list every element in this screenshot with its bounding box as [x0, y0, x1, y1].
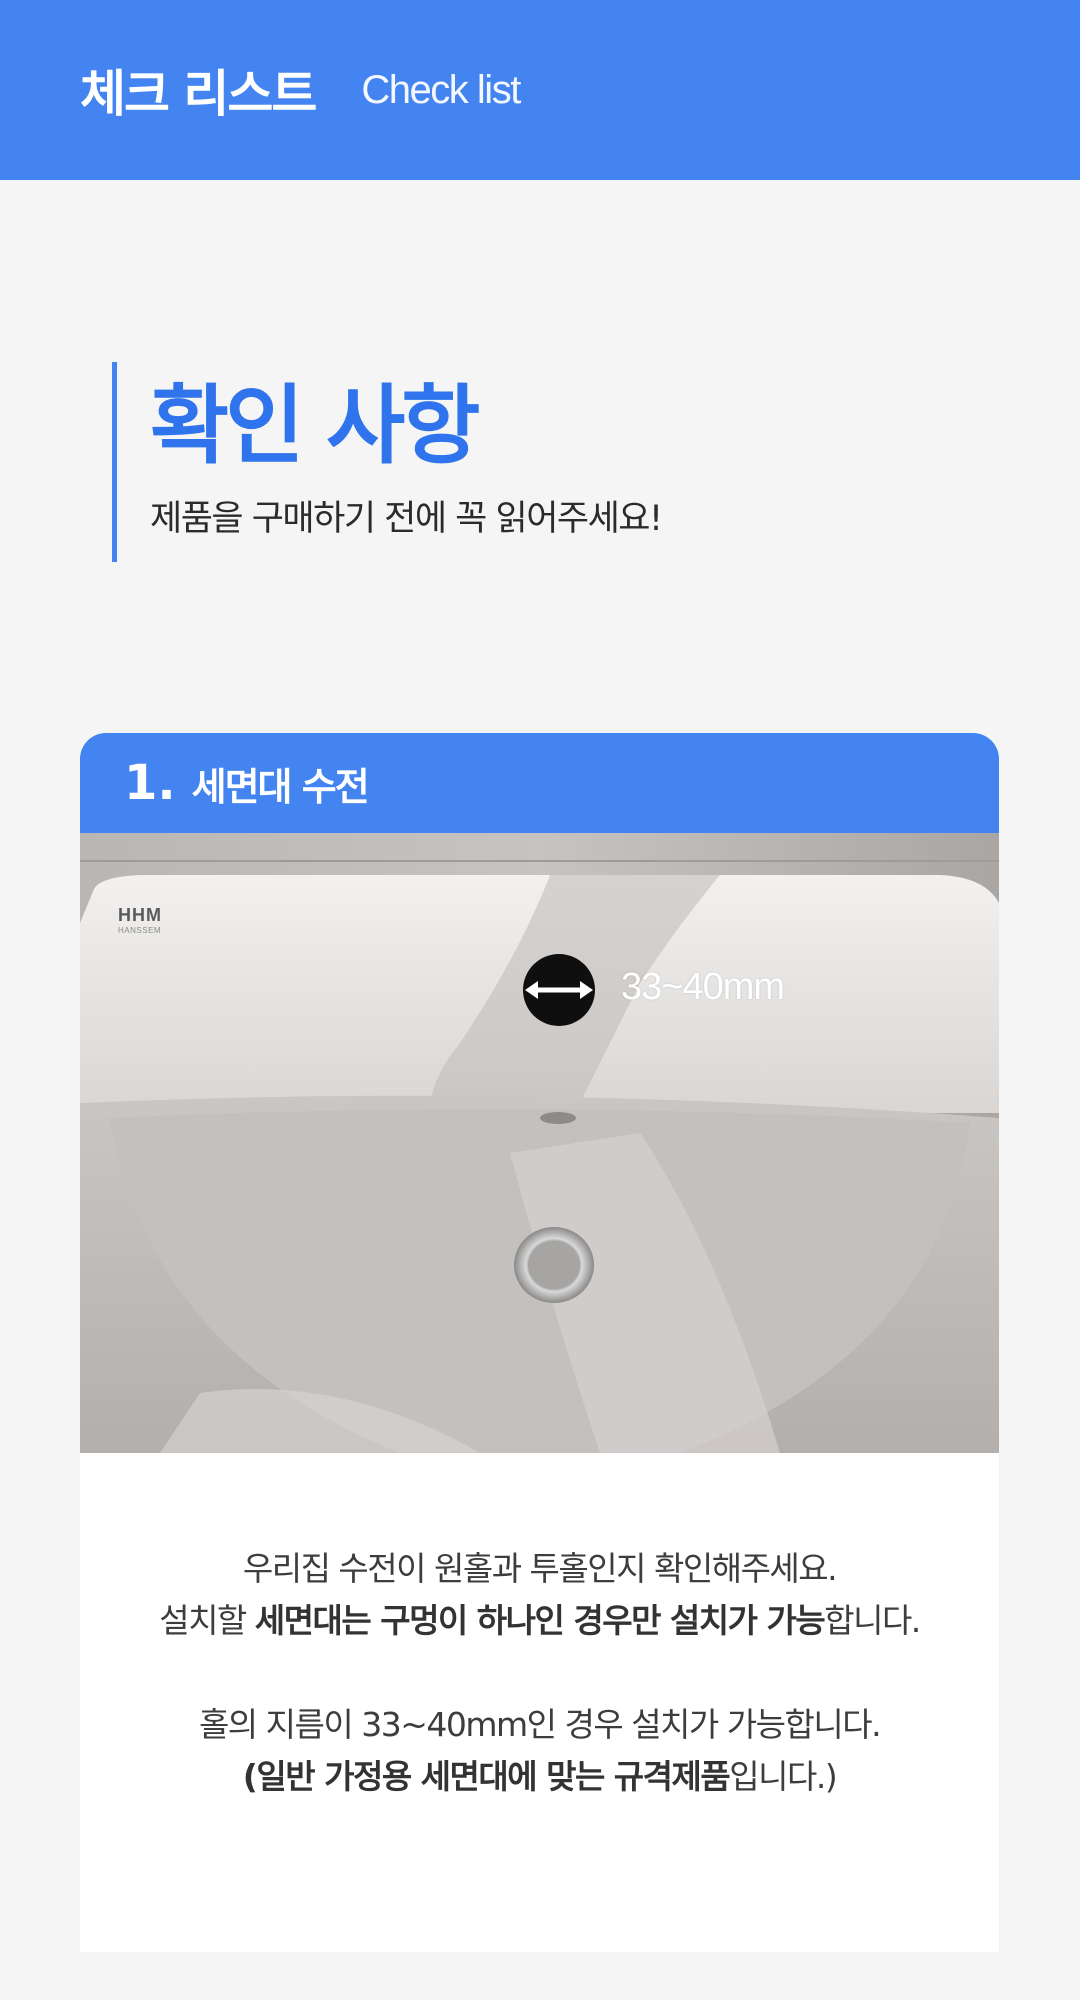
body-line-2-prefix: 설치할 — [159, 1601, 255, 1640]
body-line-2-bold: 세면대는 구멍이 하나인 경우만 설치가 가능 — [254, 1601, 826, 1640]
brand-name: HANSSEM — [118, 926, 162, 935]
body-line-4-suffix: 입니다.) — [729, 1757, 837, 1796]
brand-logo: HHM — [118, 905, 162, 925]
card-header: 1. 세면대 수전 — [80, 733, 999, 833]
checklist-card: 1. 세면대 수전 HHM HANSSEM 33~40mm 우리집 수전이 원홀… — [80, 733, 999, 1952]
body-line-4-prefix: ( — [242, 1757, 258, 1796]
card-body: 우리집 수전이 원홀과 투홀인지 확인해주세요. 설치할 세면대는 구멍이 하나… — [80, 1453, 999, 1803]
card-number: 1. — [124, 755, 176, 811]
body-line-2-suffix: 합니다. — [824, 1601, 921, 1640]
body-line-2: 설치할 세면대는 구멍이 하나인 경우만 설치가 가능합니다. — [80, 1595, 999, 1647]
body-line-4: (일반 가정용 세면대에 맞는 규격제품입니다.) — [80, 1751, 999, 1803]
page-header: 체크 리스트 Check list — [0, 0, 1080, 180]
notice-heading-block: 확인 사항 제품을 구매하기 전에 꼭 읽어주세요! — [112, 362, 912, 562]
header-subtitle: Check list — [361, 67, 521, 112]
card-title: 세면대 수전 — [191, 764, 370, 809]
sink-illustration — [80, 833, 999, 1453]
body-line-4-bold: 일반 가정용 세면대에 맞는 규격제품 — [256, 1757, 730, 1796]
header-title: 체크 리스트 — [80, 65, 317, 123]
notice-title: 확인 사항 — [150, 376, 480, 476]
body-line-3: 홀의 지름이 33~40mm인 경우 설치가 가능합니다. — [198, 1705, 882, 1744]
sink-photo: HHM HANSSEM 33~40mm — [80, 833, 999, 1453]
notice-subtitle: 제품을 구매하기 전에 꼭 읽어주세요! — [150, 499, 663, 539]
body-line-1: 우리집 수전이 원홀과 투홀인지 확인해주세요. — [242, 1549, 838, 1588]
hole-diameter-label: 33~40mm — [621, 966, 785, 1008]
